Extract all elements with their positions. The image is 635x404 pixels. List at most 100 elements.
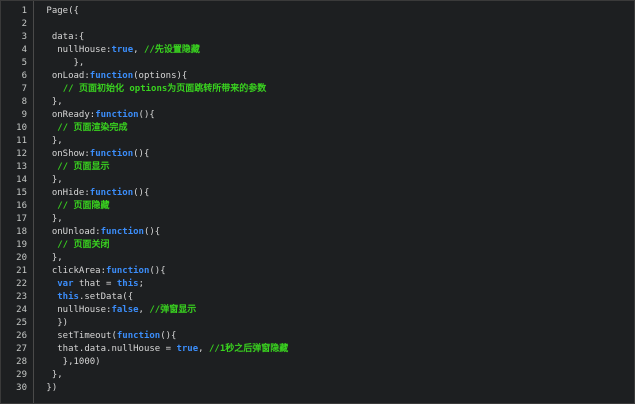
code-text: }) <box>41 383 58 393</box>
line-number: 15 <box>16 188 27 198</box>
code-text: (){ <box>138 110 155 120</box>
line-number: 5 <box>21 58 27 68</box>
code-line: },1000) <box>41 356 630 369</box>
code-line: // 页面关闭 <box>41 239 630 252</box>
line-number: 9 <box>21 110 27 120</box>
line-number: 25 <box>16 318 27 328</box>
code-text: onReady: <box>41 110 96 120</box>
code-line: that.data.nullHouse = true, //1秒之后弹窗隐藏 <box>41 343 630 356</box>
line-number-gutter: 1 2 3 4 5 6 7 8 9 10 11 12 13 14 15 16 17 18 19 20 21 22 23 24 2… <box>1 1 34 403</box>
line-number: 14 <box>16 175 27 185</box>
line-number: 20 <box>16 253 27 263</box>
line-number: 22 <box>16 279 27 289</box>
line-number: 6 <box>21 71 27 81</box>
code-text: }, <box>41 175 63 185</box>
code-text: , <box>138 305 150 315</box>
code-line: }, <box>41 213 630 226</box>
code-line: setTimeout(function(){ <box>41 330 630 343</box>
line-number: 8 <box>21 97 27 107</box>
code-line: }, <box>41 369 630 382</box>
code-text: }, <box>41 214 63 224</box>
code-line: clickArea:function(){ <box>41 265 630 278</box>
code-text: onShow: <box>41 149 90 159</box>
code-text: nullHouse: <box>41 45 112 55</box>
code-text: , <box>133 45 144 55</box>
keyword-token: function <box>95 110 139 120</box>
code-line: }, <box>41 57 630 70</box>
comment-token: // 页面渲染完成 <box>57 123 128 133</box>
line-number: 29 <box>16 370 27 380</box>
code-line: // 页面隐藏 <box>41 200 630 213</box>
keyword-token: this <box>57 292 79 302</box>
keyword-token: function <box>106 266 150 276</box>
code-text: onUnload: <box>41 227 101 237</box>
keyword-token: function <box>89 149 134 159</box>
line-number: 21 <box>16 266 27 276</box>
code-line: onLoad:function(options){ <box>41 70 630 83</box>
comment-token: // 页面关闭 <box>57 240 110 250</box>
code-text: that = <box>73 279 117 289</box>
comment-token: //1秒之后弹窗隐藏 <box>209 344 289 354</box>
keyword-token: this <box>116 279 139 289</box>
keyword-token: function <box>100 227 144 237</box>
code-text: (){ <box>133 188 150 198</box>
code-area[interactable]: Page({ data:{ nullHouse:true, //先设置隐藏 },… <box>41 5 630 395</box>
code-line: nullHouse:false, //弹窗显示 <box>41 304 630 317</box>
keyword-token: var <box>57 279 74 289</box>
code-line: }) <box>41 317 630 330</box>
code-line: onHide:function(){ <box>41 187 630 200</box>
line-number: 3 <box>21 32 27 42</box>
line-number: 17 <box>16 214 27 224</box>
line-number: 18 <box>16 227 27 237</box>
code-text: ; <box>138 279 144 289</box>
line-number: 7 <box>21 84 27 94</box>
code-text: that.data.nullHouse = <box>41 344 177 354</box>
code-line: onShow:function(){ <box>41 148 630 161</box>
code-text: (){ <box>143 227 161 237</box>
code-text: (){ <box>149 266 166 276</box>
code-text: (){ <box>133 149 150 159</box>
code-text: clickArea: <box>41 266 107 276</box>
comment-token: // 页面隐藏 <box>57 201 110 211</box>
keyword-token: false <box>111 305 139 315</box>
keyword-token: function <box>116 331 161 341</box>
comment-token: //先设置隐藏 <box>143 45 200 55</box>
code-text: }, <box>41 253 63 263</box>
keyword-token: function <box>89 188 134 198</box>
code-line: data:{ <box>41 31 630 44</box>
comment-token: //弹窗显示 <box>149 305 197 315</box>
code-editor[interactable]: 1 2 3 4 5 6 7 8 9 10 11 12 13 14 15 16 17 18 19 20 21 22 23 24 2… <box>0 0 635 404</box>
comment-token: // 页面显示 <box>57 162 110 172</box>
code-line: var that = this; <box>41 278 630 291</box>
code-line: // 页面初始化 options为页面跳转所带来的参数 <box>41 83 630 96</box>
code-text: nullHouse: <box>41 305 112 315</box>
line-number: 1 <box>21 6 27 16</box>
code-text: setTimeout( <box>41 331 117 341</box>
code-line: Page({ <box>41 5 630 18</box>
line-number: 28 <box>16 357 27 367</box>
line-number: 26 <box>16 331 27 341</box>
line-number: 2 <box>21 19 27 29</box>
line-number: 4 <box>21 45 27 55</box>
code-line: // 页面渲染完成 <box>41 122 630 135</box>
code-line: onReady:function(){ <box>41 109 630 122</box>
code-text: }, <box>41 97 63 107</box>
comment-token: // 页面初始化 options为页面跳转所带来的参数 <box>62 84 267 94</box>
keyword-token: true <box>111 45 134 55</box>
code-line: }, <box>41 252 630 265</box>
code-text: (){ <box>160 331 177 341</box>
code-text: }) <box>41 318 69 328</box>
code-line: nullHouse:true, //先设置隐藏 <box>41 44 630 57</box>
line-number: 30 <box>16 383 27 393</box>
line-number: 24 <box>16 305 27 315</box>
code-text: (options){ <box>133 71 188 81</box>
code-text: Page({ <box>41 6 79 16</box>
